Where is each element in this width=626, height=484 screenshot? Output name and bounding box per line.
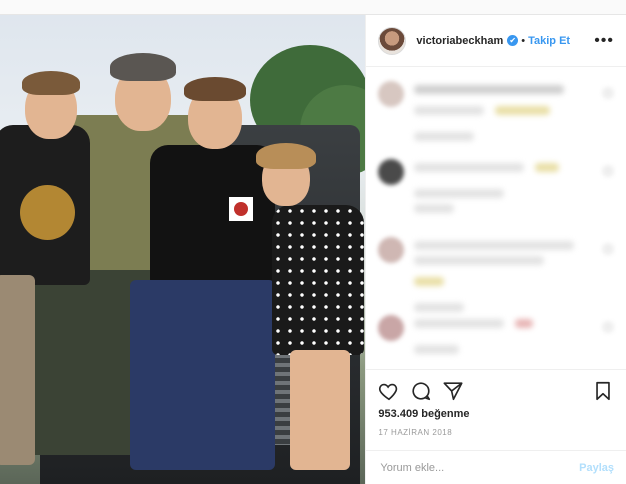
post-comment-button[interactable]: Paylaş (579, 462, 614, 474)
commenter-avatar (378, 159, 405, 185)
instagram-post: victoriabeckham ✔ • Takip Et ••• 953.409… (0, 14, 626, 484)
username-link[interactable]: victoriabeckham (416, 35, 503, 47)
share-icon[interactable] (442, 380, 464, 402)
comment-text-blurred (414, 73, 602, 147)
list-item (378, 73, 614, 151)
post-actions: 953.409 beğenme 17 HAZİRAN 2018 (366, 369, 626, 449)
comments-list[interactable] (366, 67, 626, 369)
avatar[interactable] (378, 26, 407, 55)
commenter-avatar (378, 237, 405, 263)
add-comment-bar: Paylaş (366, 450, 626, 484)
post-photo[interactable] (0, 15, 366, 484)
comment-text-blurred (414, 229, 602, 318)
list-item (378, 151, 614, 229)
comment-input[interactable] (378, 460, 580, 475)
bookmark-icon[interactable] (592, 380, 614, 402)
comment-text-blurred (414, 307, 602, 360)
header-separator: • (521, 34, 526, 47)
comment-like-icon[interactable] (602, 165, 614, 177)
verified-badge-icon: ✔ (507, 35, 519, 46)
comment-text-blurred (414, 151, 602, 219)
comment-like-icon[interactable] (602, 321, 614, 333)
heart-icon[interactable] (378, 380, 400, 402)
like-count[interactable]: 953.409 beğenme (378, 408, 614, 420)
follow-button[interactable]: Takip Et (528, 35, 570, 47)
more-options-icon[interactable]: ••• (594, 32, 614, 50)
commenter-avatar (378, 315, 405, 341)
list-item (378, 307, 614, 369)
action-icons (378, 378, 614, 404)
list-item (378, 229, 614, 312)
comment-like-icon[interactable] (602, 87, 614, 99)
post-date[interactable]: 17 HAZİRAN 2018 (378, 428, 614, 437)
comment-icon[interactable] (410, 380, 432, 402)
comment-like-icon[interactable] (602, 243, 614, 255)
post-side-panel: victoriabeckham ✔ • Takip Et ••• 953.409… (365, 15, 626, 484)
post-header: victoriabeckham ✔ • Takip Et ••• (366, 15, 626, 67)
commenter-avatar (378, 81, 405, 107)
